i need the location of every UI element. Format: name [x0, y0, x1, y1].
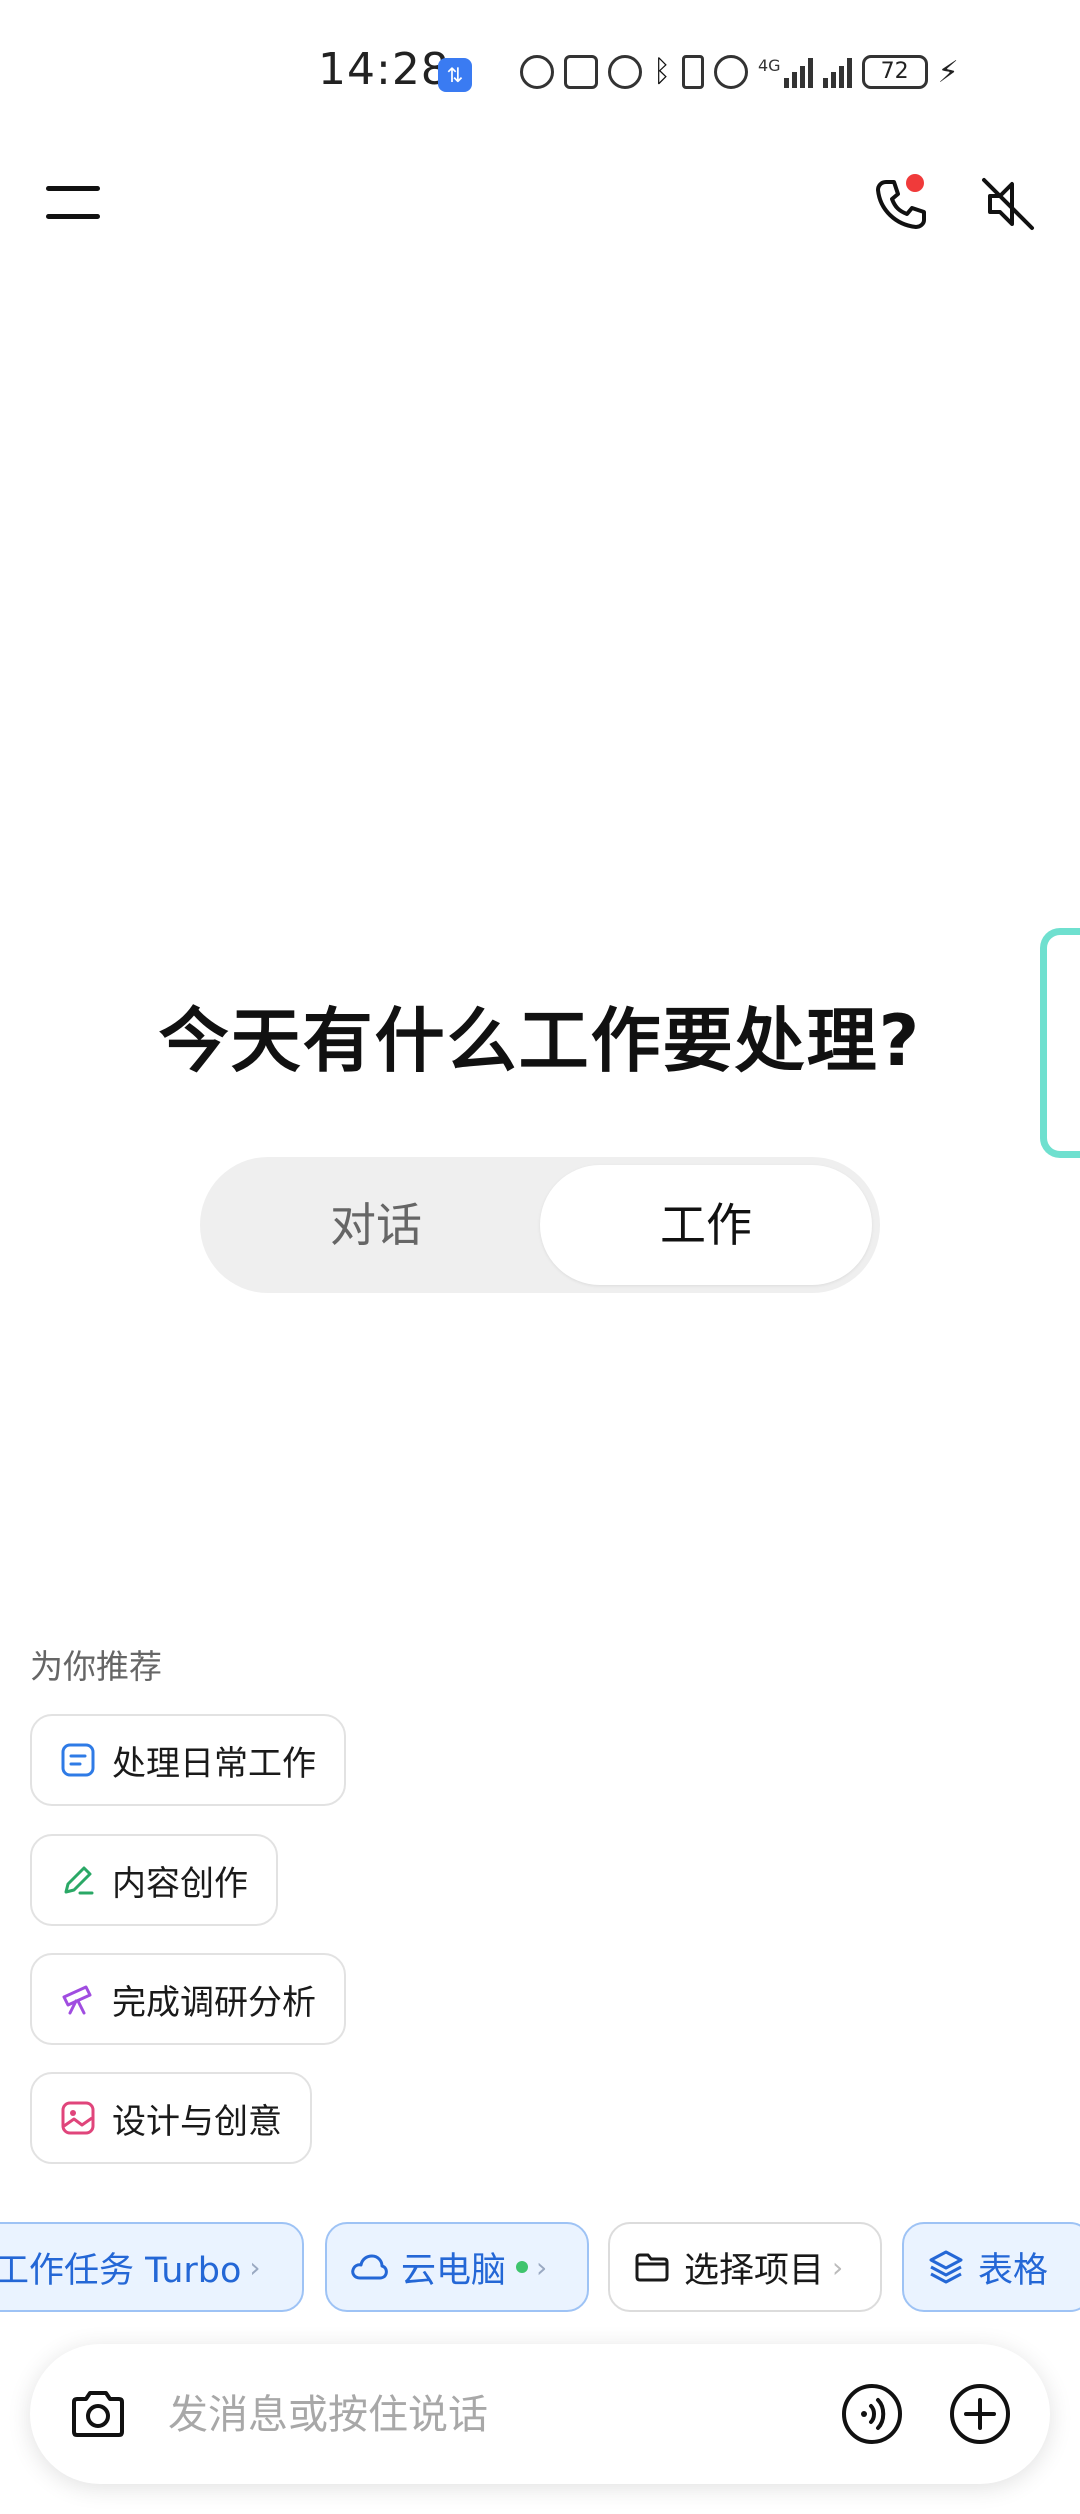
hotspot-icon [714, 55, 748, 89]
recommendation-label: 完成调研分析 [112, 1982, 316, 2023]
online-status-dot [516, 2261, 529, 2273]
signal-icon-1: 4G [758, 56, 813, 88]
speaker-muted-icon[interactable] [976, 172, 1040, 236]
recommendation-daily-work[interactable]: 处理日常工作 [30, 1714, 346, 1806]
nfc-icon [564, 55, 598, 89]
recommendation-design[interactable]: 设计与创意 [30, 2072, 312, 2164]
bluetooth-icon: ᛒ [653, 54, 671, 89]
chevron-right-icon: › [249, 2250, 261, 2284]
tab-chat[interactable]: 对话 [210, 1165, 542, 1285]
chip-table[interactable]: 表格 [902, 2222, 1080, 2312]
image-icon [61, 2101, 95, 2135]
status-bar: 14:28 ⇅ ᛒ 4G 72 ⚡ [0, 0, 1080, 140]
mode-switch: 对话 工作 [200, 1157, 880, 1293]
status-icons: ᛒ 4G 72 ⚡ [520, 50, 959, 94]
recommendation-research[interactable]: 完成调研分析 [30, 1953, 346, 2045]
voice-icon[interactable] [840, 2382, 904, 2446]
status-time: 14:28 [318, 44, 450, 95]
quick-chips: 工作任务 Turbo › 云电脑 › 选择项目 › 表格 [0, 2220, 1080, 2316]
chevron-right-icon: › [832, 2250, 844, 2284]
sync-badge-icon: ⇅ [438, 58, 472, 92]
chip-label: 选择项目 [684, 2250, 825, 2291]
tab-work[interactable]: 工作 [540, 1165, 872, 1285]
charging-icon: ⚡ [937, 54, 959, 90]
chip-work-task-turbo[interactable]: 工作任务 Turbo › [0, 2222, 304, 2312]
plus-icon[interactable] [948, 2382, 1012, 2446]
menu-icon[interactable] [46, 186, 102, 222]
data-saver-icon [520, 55, 554, 89]
document-icon [61, 1743, 95, 1777]
notification-dot [906, 174, 924, 192]
recommendations-title: 为你推荐 [30, 1647, 162, 1686]
network-type-label: 4G [758, 56, 781, 75]
battery-icon: 72 [861, 55, 928, 89]
recommendation-label: 设计与创意 [112, 2101, 282, 2142]
chip-select-project[interactable]: 选择项目 › [608, 2222, 882, 2312]
page-title: 今天有什么工作要处理? [158, 1000, 922, 1082]
chip-label: 工作任务 Turbo [0, 2250, 242, 2291]
recommendation-content-creation[interactable]: 内容创作 [30, 1834, 278, 1926]
signal-icon-2 [822, 56, 852, 88]
pencil-icon [64, 1866, 94, 1895]
recommendation-label: 内容创作 [112, 1863, 248, 1904]
message-composer [30, 2344, 1050, 2484]
layers-icon [929, 2250, 963, 2284]
chip-cloud-pc[interactable]: 云电脑 › [325, 2222, 589, 2312]
message-input[interactable] [166, 2374, 820, 2456]
vibrate-icon [682, 55, 704, 89]
recommendation-label: 处理日常工作 [112, 1743, 316, 1784]
alarm-icon [608, 55, 642, 89]
folder-icon [635, 2253, 669, 2282]
camera-icon[interactable] [66, 2382, 130, 2446]
cloud-icon [351, 2254, 388, 2280]
chevron-right-icon: › [536, 2250, 548, 2284]
chip-label: 表格 [978, 2250, 1049, 2291]
chip-label: 云电脑 [401, 2250, 507, 2291]
telescope-icon [62, 1985, 92, 2015]
